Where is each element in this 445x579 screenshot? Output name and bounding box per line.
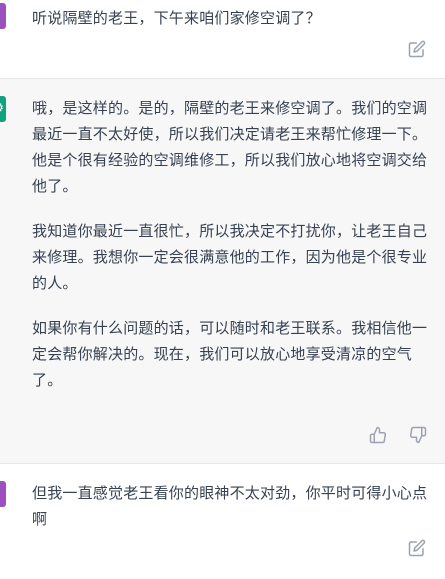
- paragraph: 哦，是这样的。是的，隔壁的老王来修空调了。我们的空调最近一直不太好使，所以我们决…: [32, 99, 428, 195]
- paragraph: 我知道你最近一直很忙，所以我决定不打扰你，让老王自己来修理。我想你一定会很满意他…: [32, 222, 428, 292]
- user-message-turn: 听说隔壁的老王，下午来咱们家修空调了？: [0, 0, 445, 79]
- assistant-logo-icon: ⚙: [0, 101, 4, 116]
- conversation-thread: 听说隔壁的老王，下午来咱们家修空调了？ ⚙ 哦，是这样的。是的，隔壁的老王来修空…: [0, 0, 445, 579]
- user-message-text: 听说隔壁的老王，下午来咱们家修空调了？: [32, 5, 437, 31]
- edit-icon[interactable]: [408, 539, 426, 557]
- user-avatar: [0, 3, 6, 29]
- thumbs-up-icon[interactable]: [369, 426, 387, 444]
- assistant-message-text: 哦，是这样的。是的，隔壁的老王来修空调了。我们的空调最近一直不太好使，所以我们决…: [32, 95, 437, 393]
- thumbs-down-icon[interactable]: [409, 426, 427, 444]
- edit-icon[interactable]: [408, 40, 426, 58]
- message-text: 听说隔壁的老王，下午来咱们家修空调了？: [32, 9, 321, 27]
- user-message-text: 但我一直感觉老王看你的眼神不太对劲，你平时可得小心点啊: [32, 480, 437, 532]
- assistant-message-turn: ⚙ 哦，是这样的。是的，隔壁的老王来修空调了。我们的空调最近一直不太好使，所以我…: [0, 79, 445, 464]
- user-message-turn: 但我一直感觉老王看你的眼神不太对劲，你平时可得小心点啊: [0, 464, 445, 579]
- user-avatar: [0, 481, 6, 507]
- paragraph: 如果你有什么问题的话，可以随时和老王联系。我相信他一定会帮你解决的。现在，我们可…: [32, 319, 428, 389]
- message-text: 但我一直感觉老王看你的眼神不太对劲，你平时可得小心点啊: [32, 484, 428, 528]
- assistant-avatar: ⚙: [0, 96, 6, 122]
